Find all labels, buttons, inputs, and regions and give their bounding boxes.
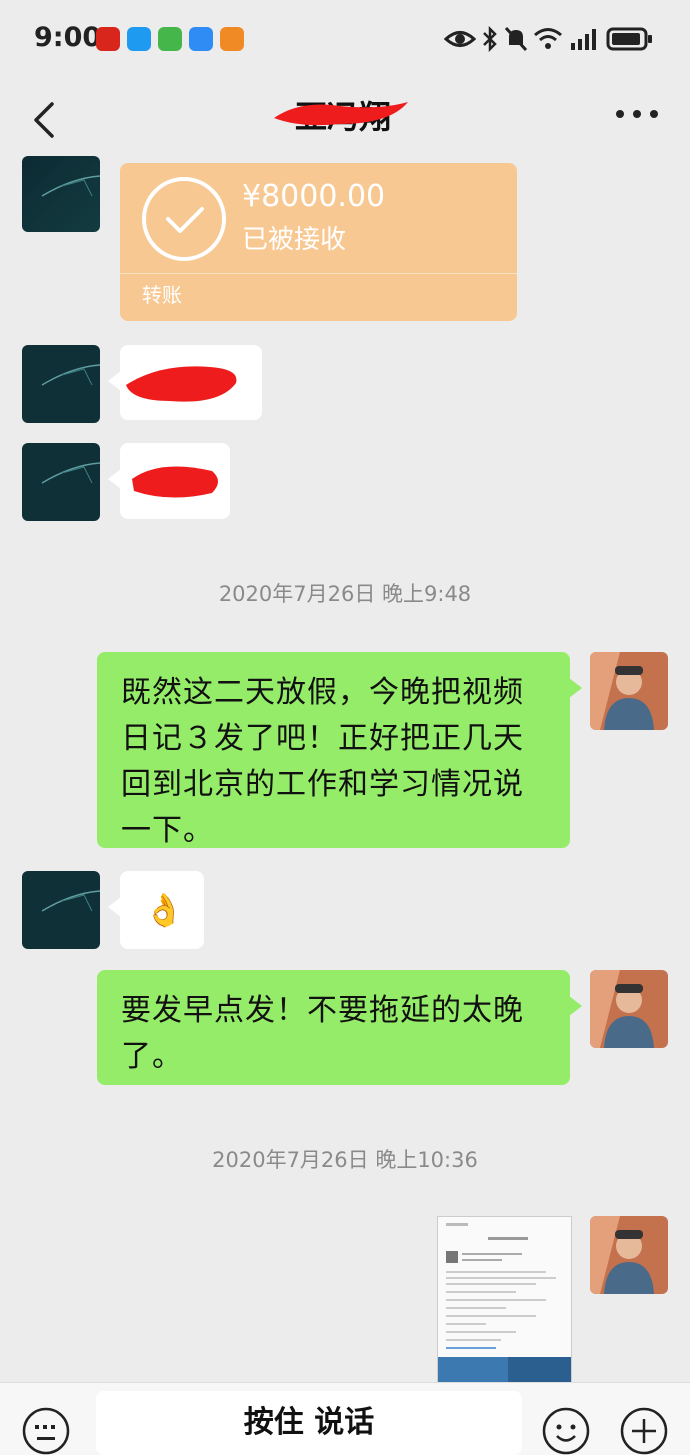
- user-avatar[interactable]: [590, 652, 668, 730]
- redaction-scribble: [274, 102, 408, 126]
- contact-avatar[interactable]: [22, 156, 100, 232]
- cellular-signal-icon: [571, 29, 596, 50]
- timestamp: 2020年7月26日 晚上10:36: [212, 1148, 478, 1172]
- message-bubble-incoming[interactable]: 👌: [108, 871, 204, 949]
- input-bar: 按住 说话: [0, 1382, 690, 1455]
- wifi-app-icon: [158, 27, 182, 51]
- back-arrow-icon[interactable]: [26, 98, 66, 142]
- status-bar: 9:00: [0, 0, 690, 80]
- chat-header: 亚冯翔: [0, 80, 690, 160]
- message-bubble-redacted[interactable]: [108, 345, 262, 420]
- contact-avatar[interactable]: [22, 443, 100, 521]
- message-bubble-outgoing[interactable]: 要发早点发！不要拖延的太晚了。: [97, 970, 582, 1085]
- transfer-amount: ¥8000.00: [242, 179, 386, 214]
- bluetooth-icon: [483, 26, 497, 52]
- eye-icon: [444, 31, 476, 47]
- emoji-icon[interactable]: [542, 1407, 590, 1455]
- transfer-card[interactable]: ¥8000.00 已被接收 转账: [120, 163, 517, 321]
- transfer-label: 转账: [142, 283, 182, 307]
- divider: [120, 273, 517, 274]
- more-options-icon[interactable]: [614, 104, 660, 124]
- check-circle-icon: [142, 177, 226, 261]
- contact-avatar[interactable]: [22, 871, 100, 949]
- messenger-app-icon: [127, 27, 151, 51]
- redaction-scribble: [126, 366, 237, 402]
- food-app-icon: [220, 27, 244, 51]
- contact-avatar[interactable]: [22, 345, 100, 423]
- user-avatar[interactable]: [590, 1216, 668, 1294]
- hold-to-talk-button[interactable]: 按住 说话: [96, 1391, 522, 1455]
- status-time: 9:00: [34, 22, 102, 53]
- image-message[interactable]: [437, 1216, 572, 1384]
- user-avatar[interactable]: [590, 970, 668, 1048]
- transfer-status: 已被接收: [242, 225, 347, 255]
- message-bubble-redacted[interactable]: [108, 443, 230, 519]
- mute-bell-icon: [504, 26, 528, 52]
- battery-icon: [606, 27, 652, 51]
- redaction-scribble: [132, 466, 218, 498]
- timestamp: 2020年7月26日 晚上9:48: [218, 582, 472, 606]
- cloud-app-icon: [189, 27, 213, 51]
- plus-icon[interactable]: [620, 1407, 668, 1455]
- bank-app-icon: [96, 27, 120, 51]
- ok-hand-emoji: 👌: [144, 891, 184, 929]
- message-bubble-outgoing[interactable]: 既然这二天放假，今晚把视频日记３发了吧！正好把正几天回到北京的工作和学习情况说一…: [97, 652, 582, 848]
- wifi-signal-icon: [534, 28, 562, 49]
- keyboard-icon[interactable]: [22, 1407, 70, 1455]
